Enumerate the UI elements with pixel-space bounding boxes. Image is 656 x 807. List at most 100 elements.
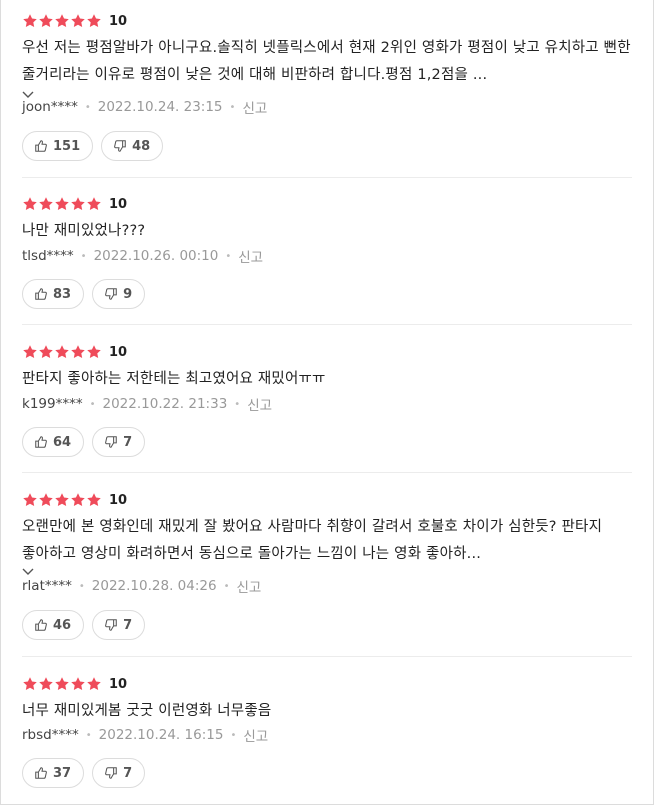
star-icon xyxy=(54,344,70,360)
star-icon xyxy=(22,13,38,29)
separator: • xyxy=(78,580,85,592)
separator: • xyxy=(80,250,87,262)
dislike-button[interactable]: 7 xyxy=(92,610,146,640)
dislike-button[interactable]: 48 xyxy=(101,131,164,161)
review-date: 2022.10.26. 00:10 xyxy=(93,248,219,264)
star-icon xyxy=(38,492,54,508)
star-rating xyxy=(22,492,102,508)
thumbs-down-icon xyxy=(105,767,117,779)
rating: 10 xyxy=(22,674,127,694)
review-item: 10 판타지 좋아하는 저한테는 최고였어요 재밌어ㅠㅠ k199**** • … xyxy=(22,342,632,473)
review-meta: k199**** • 2022.10.22. 21:33 • 신고 xyxy=(22,394,272,414)
review-text[interactable]: 너무 재미있게봄 굿굿 이런영화 너무좋음 xyxy=(22,698,632,725)
thumbs-up-icon xyxy=(35,436,47,448)
review-item: 10 우선 저는 평점알바가 아니구요.솔직히 넷플릭스에서 현재 2위인 영화… xyxy=(22,11,632,178)
vote-buttons: 151 48 xyxy=(22,131,164,161)
rating-score: 10 xyxy=(109,344,128,360)
review-date: 2022.10.24. 23:15 xyxy=(97,99,223,115)
star-icon xyxy=(86,13,102,29)
report-link[interactable]: 신고 xyxy=(243,725,268,745)
star-icon xyxy=(70,344,86,360)
thumbs-up-icon xyxy=(35,288,47,300)
like-count: 37 xyxy=(53,765,72,781)
star-rating xyxy=(22,676,102,692)
like-button[interactable]: 64 xyxy=(22,427,85,457)
rating: 10 xyxy=(22,490,127,510)
author: joon**** xyxy=(22,99,78,115)
star-rating xyxy=(22,344,102,360)
dislike-button[interactable]: 9 xyxy=(92,279,146,309)
star-icon xyxy=(22,492,38,508)
dislike-count: 7 xyxy=(123,765,133,781)
separator: • xyxy=(223,580,230,592)
rating-score: 10 xyxy=(109,196,128,212)
separator: • xyxy=(230,729,237,741)
review-list: 10 우선 저는 평점알바가 아니구요.솔직히 넷플릭스에서 현재 2위인 영화… xyxy=(0,0,654,805)
star-icon xyxy=(70,492,86,508)
star-icon xyxy=(54,196,70,212)
rating: 10 xyxy=(22,342,127,362)
star-rating xyxy=(22,196,102,212)
review-meta: joon**** • 2022.10.24. 23:15 • 신고 xyxy=(22,97,267,117)
chevron-down-icon[interactable] xyxy=(22,85,34,98)
dislike-button[interactable]: 7 xyxy=(92,427,146,457)
review-item: 10 너무 재미있게봄 굿굿 이런영화 너무좋음 rbsd**** • 2022… xyxy=(22,674,632,804)
like-button[interactable]: 37 xyxy=(22,758,85,788)
like-count: 83 xyxy=(53,286,72,302)
like-button[interactable]: 46 xyxy=(22,610,85,640)
vote-buttons: 37 7 xyxy=(22,758,146,788)
author: k199**** xyxy=(22,396,83,412)
star-icon xyxy=(22,676,38,692)
star-icon xyxy=(86,492,102,508)
author: rlat**** xyxy=(22,578,72,594)
separator: • xyxy=(89,398,96,410)
dislike-count: 48 xyxy=(132,138,151,154)
like-count: 64 xyxy=(53,434,72,450)
dislike-count: 9 xyxy=(123,286,133,302)
dislike-count: 7 xyxy=(123,617,133,633)
star-icon xyxy=(38,676,54,692)
review-meta: tlsd**** • 2022.10.26. 00:10 • 신고 xyxy=(22,246,263,266)
thumbs-down-icon xyxy=(114,140,126,152)
star-icon xyxy=(86,676,102,692)
vote-buttons: 83 9 xyxy=(22,279,146,309)
review-text[interactable]: 오랜만에 본 영화인데 재밌게 잘 봤어요 사람마다 취향이 갈려서 호불호 차… xyxy=(22,514,632,568)
like-count: 46 xyxy=(53,617,72,633)
review-meta: rlat**** • 2022.10.28. 04:26 • 신고 xyxy=(22,576,261,596)
review-text[interactable]: 나만 재미있었나??? xyxy=(22,218,632,245)
vote-buttons: 64 7 xyxy=(22,427,146,457)
review-item: 10 오랜만에 본 영화인데 재밌게 잘 봤어요 사람마다 취향이 갈려서 호불… xyxy=(22,490,632,657)
review-text[interactable]: 우선 저는 평점알바가 아니구요.솔직히 넷플릭스에서 현재 2위인 영화가 평… xyxy=(22,35,632,89)
author: rbsd**** xyxy=(22,727,79,743)
star-icon xyxy=(54,492,70,508)
rating: 10 xyxy=(22,11,127,31)
report-link[interactable]: 신고 xyxy=(236,576,261,596)
like-count: 151 xyxy=(53,138,81,154)
thumbs-down-icon xyxy=(105,288,117,300)
report-link[interactable]: 신고 xyxy=(242,97,267,117)
star-icon xyxy=(38,13,54,29)
report-link[interactable]: 신고 xyxy=(238,246,263,266)
star-icon xyxy=(54,676,70,692)
rating-score: 10 xyxy=(109,13,128,29)
thumbs-down-icon xyxy=(105,436,117,448)
report-link[interactable]: 신고 xyxy=(247,394,272,414)
thumbs-up-icon xyxy=(35,140,47,152)
star-icon xyxy=(70,196,86,212)
separator: • xyxy=(85,729,92,741)
thumbs-down-icon xyxy=(105,619,117,631)
like-button[interactable]: 151 xyxy=(22,131,94,161)
separator: • xyxy=(234,398,241,410)
chevron-down-icon[interactable] xyxy=(22,562,34,575)
author: tlsd**** xyxy=(22,248,74,264)
star-icon xyxy=(38,344,54,360)
separator: • xyxy=(229,101,236,113)
star-icon xyxy=(54,13,70,29)
like-button[interactable]: 83 xyxy=(22,279,85,309)
review-text[interactable]: 판타지 좋아하는 저한테는 최고였어요 재밌어ㅠㅠ xyxy=(22,366,632,393)
dislike-button[interactable]: 7 xyxy=(92,758,146,788)
review-date: 2022.10.22. 21:33 xyxy=(102,396,228,412)
thumbs-up-icon xyxy=(35,619,47,631)
review-item: 10 나만 재미있었나??? tlsd**** • 2022.10.26. 00… xyxy=(22,194,632,325)
star-rating xyxy=(22,13,102,29)
